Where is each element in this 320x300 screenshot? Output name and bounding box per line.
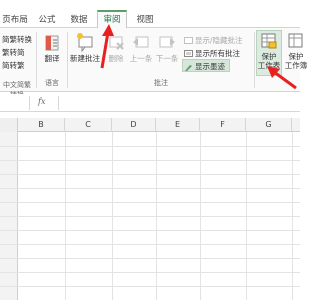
column-header-d[interactable]: D bbox=[112, 118, 156, 132]
row-gridline bbox=[0, 216, 300, 217]
translate-button[interactable]: 翻译 bbox=[40, 34, 64, 63]
previous-comment-button[interactable]: 上一条 bbox=[128, 32, 154, 63]
comments-group-label: 批注 bbox=[154, 79, 168, 87]
simplified-to-traditional-button[interactable]: 简转繁 bbox=[2, 60, 25, 71]
row-gridline bbox=[0, 146, 300, 147]
column-gridline bbox=[200, 132, 201, 300]
column-gridline bbox=[65, 132, 66, 300]
column-header-g[interactable]: G bbox=[246, 118, 292, 132]
tab-view[interactable]: 视图 bbox=[132, 12, 158, 28]
simplified-traditional-convert-button[interactable]: 简繁转换 bbox=[2, 34, 32, 45]
show-hide-comment-icon bbox=[184, 36, 193, 44]
language-group-label: 语言 bbox=[45, 79, 59, 87]
group-divider bbox=[254, 32, 255, 88]
column-header-e[interactable]: E bbox=[156, 118, 200, 132]
row-gridline bbox=[0, 174, 300, 175]
next-comment-button[interactable]: 下一条 bbox=[154, 32, 180, 63]
row-gridline bbox=[0, 202, 300, 203]
column-header-c[interactable]: C bbox=[65, 118, 112, 132]
annotation-arrow-protect-sheet bbox=[267, 66, 297, 90]
protect-workbook-icon bbox=[288, 33, 303, 48]
protect-sheet-icon bbox=[261, 33, 277, 49]
traditional-to-simplified-button[interactable]: 繁转简 bbox=[2, 47, 25, 58]
insert-function-icon[interactable]: fx bbox=[38, 97, 45, 106]
column-header-row: B C D E F G bbox=[0, 118, 300, 132]
row-gridline bbox=[0, 160, 300, 161]
name-box[interactable] bbox=[0, 96, 30, 110]
annotation-arrow-review-tab bbox=[100, 24, 114, 69]
row-gridline bbox=[0, 244, 300, 245]
translate-icon bbox=[45, 35, 59, 51]
show-ink-icon bbox=[185, 64, 192, 71]
tab-data[interactable]: 数据 bbox=[66, 12, 92, 28]
worksheet-grid[interactable]: B C D E F G bbox=[0, 118, 300, 300]
next-comment-icon bbox=[159, 36, 175, 48]
column-gridline bbox=[292, 132, 293, 300]
group-divider bbox=[36, 32, 37, 88]
row-gridline bbox=[0, 230, 300, 231]
column-gridline bbox=[112, 132, 113, 300]
row-gridline bbox=[0, 286, 300, 287]
column-gridline bbox=[246, 132, 247, 300]
tab-page-layout[interactable]: 页布局 bbox=[0, 12, 30, 28]
column-header-b[interactable]: B bbox=[18, 118, 65, 132]
ribbon-review: 简繁转换 繁转简 简转繁 中文简繁转换 翻译 语言 新建批注 bbox=[0, 28, 307, 99]
row-gridline bbox=[0, 188, 300, 189]
row-gridline bbox=[0, 258, 300, 259]
formula-bar: fx bbox=[0, 94, 300, 112]
row-gridline bbox=[0, 272, 300, 273]
ribbon-tab-bar: 页布局 公式 数据 审阅 视图 bbox=[0, 0, 300, 29]
show-all-comments-icon bbox=[184, 49, 193, 57]
column-header-f[interactable]: F bbox=[200, 118, 246, 132]
previous-comment-icon bbox=[133, 36, 149, 48]
new-comment-icon bbox=[77, 33, 93, 52]
formula-input[interactable] bbox=[58, 96, 300, 110]
show-all-comments-button[interactable]: 显示所有批注 bbox=[184, 48, 240, 59]
tab-formulas[interactable]: 公式 bbox=[34, 12, 60, 28]
column-gridline bbox=[156, 132, 157, 300]
select-all-corner[interactable] bbox=[0, 118, 18, 132]
show-ink-button[interactable]: 显示墨迹 bbox=[184, 61, 225, 72]
show-hide-comment-button[interactable]: 显示/隐藏批注 bbox=[184, 35, 243, 46]
